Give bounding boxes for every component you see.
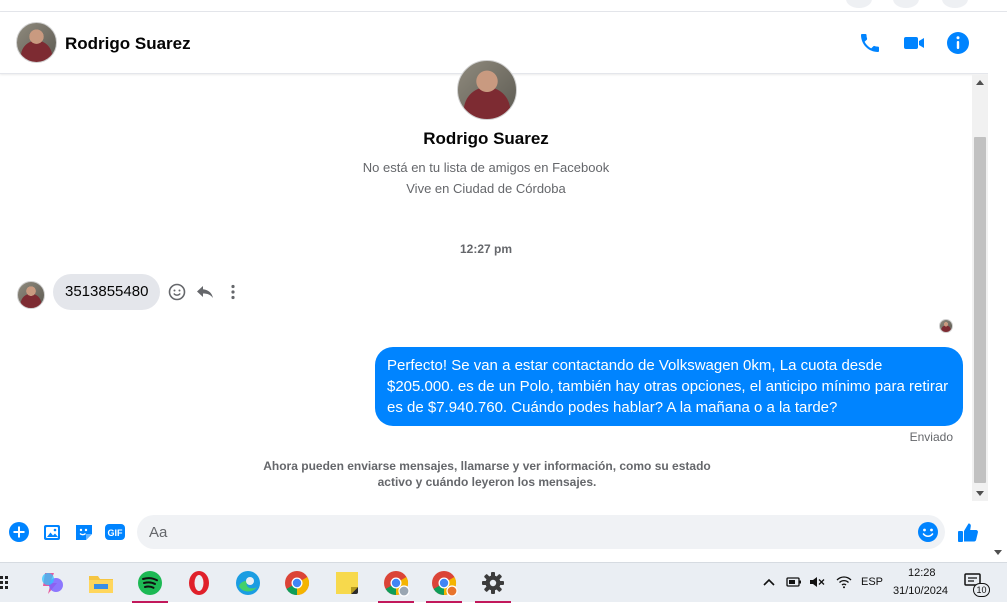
info-icon[interactable] — [946, 31, 970, 55]
message-input[interactable] — [149, 515, 909, 549]
chrome-profile-icon — [384, 571, 410, 597]
profile-name: Rodrigo Suarez — [423, 129, 549, 148]
widgets-icon[interactable] — [0, 575, 10, 591]
incoming-message[interactable]: 3513855480 — [53, 274, 161, 310]
top-button[interactable] — [846, 0, 872, 8]
opera-icon — [189, 571, 209, 595]
opera-app[interactable] — [184, 568, 214, 598]
plus-icon[interactable] — [8, 521, 30, 543]
privacy-notice: Ahora pueden enviarse mensajes, llamarse… — [263, 459, 711, 489]
sender-avatar[interactable] — [17, 281, 45, 309]
edge-app[interactable] — [233, 568, 263, 598]
language-indicator[interactable]: ESP — [861, 576, 883, 590]
page-scroll-down-arrow[interactable] — [994, 550, 1002, 555]
read-receipt-avatar — [939, 319, 953, 333]
top-strip — [0, 0, 1007, 12]
chrome-profile-app-2[interactable] — [426, 568, 462, 603]
top-button[interactable] — [893, 0, 919, 8]
chrome-app[interactable] — [282, 568, 312, 598]
scroll-down-arrow[interactable] — [976, 491, 984, 496]
gif-icon[interactable]: GIF — [104, 521, 126, 543]
gear-icon — [482, 572, 504, 594]
friend-status: No está en tu lista de amigos en Faceboo… — [362, 160, 610, 175]
wifi-icon[interactable] — [836, 575, 852, 589]
contact-name[interactable]: Rodrigo Suarez — [65, 34, 191, 54]
more-options-icon[interactable] — [223, 282, 243, 302]
phone-icon[interactable] — [858, 31, 882, 55]
notification-badge: 10 — [973, 583, 990, 597]
message-composer: GIF — [0, 510, 988, 558]
page-scrollbar[interactable] — [988, 12, 1007, 562]
speaker-muted-icon[interactable] — [809, 575, 825, 589]
message-input-box[interactable] — [137, 515, 945, 549]
svg-text:GIF: GIF — [108, 528, 124, 538]
chrome-profile-icon — [432, 571, 458, 597]
photo-icon[interactable] — [41, 521, 63, 543]
emoji-icon[interactable] — [917, 521, 939, 543]
video-call-icon[interactable] — [902, 31, 926, 55]
copilot-icon — [42, 573, 63, 594]
sticky-notes-icon — [336, 572, 358, 594]
location: Vive en Ciudad de Córdoba — [406, 181, 566, 196]
folder-icon — [89, 576, 113, 593]
sent-status: Enviado — [909, 430, 953, 444]
settings-app[interactable] — [475, 568, 511, 603]
clock-date[interactable]: 31/10/2024 — [893, 585, 948, 599]
chrome-profile-app[interactable] — [378, 568, 414, 603]
chevron-up-icon[interactable] — [763, 577, 775, 587]
spotify-app[interactable] — [132, 568, 168, 603]
clock-time[interactable]: 12:28 — [908, 567, 936, 581]
copilot-app[interactable] — [37, 568, 67, 598]
messenger-window: Rodrigo Suarez Rodrigo Suarez No está en… — [0, 0, 1007, 562]
profile-avatar[interactable] — [457, 60, 517, 120]
outgoing-message[interactable]: Perfecto! Se van a estar contactando de … — [375, 347, 963, 426]
chat-scrollbar[interactable] — [972, 75, 988, 501]
chrome-icon — [285, 571, 310, 595]
react-icon[interactable] — [167, 282, 187, 302]
spotify-icon — [138, 571, 162, 595]
scroll-thumb[interactable] — [974, 137, 986, 483]
top-avatar[interactable] — [942, 0, 968, 8]
battery-icon[interactable] — [786, 575, 802, 589]
sticker-icon[interactable] — [73, 521, 95, 543]
message-timestamp: 12:27 pm — [459, 242, 513, 256]
contact-avatar[interactable] — [16, 22, 57, 63]
edge-icon — [236, 571, 260, 595]
windows-taskbar: ESP 12:28 31/10/2024 10 — [0, 562, 1007, 603]
reply-icon[interactable] — [195, 282, 215, 302]
like-icon[interactable] — [956, 521, 980, 545]
sticky-notes-app[interactable] — [332, 568, 362, 598]
scroll-up-arrow[interactable] — [976, 80, 984, 85]
file-explorer-app[interactable] — [86, 568, 116, 598]
